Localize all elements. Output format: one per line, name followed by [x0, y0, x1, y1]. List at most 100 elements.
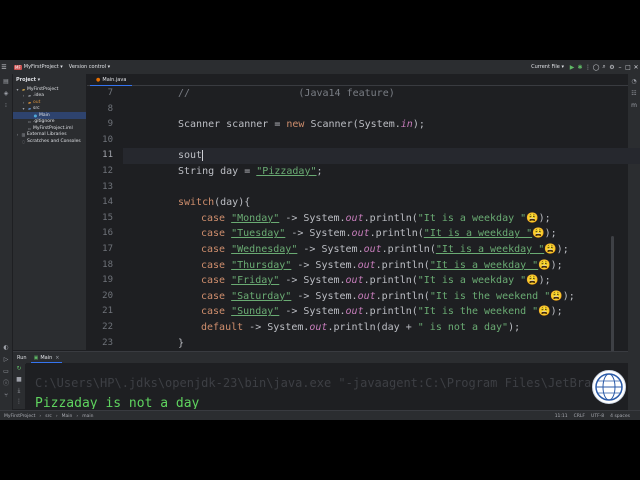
scratches-icon: ◌	[21, 138, 26, 144]
close-icon[interactable]: ✕	[632, 63, 640, 71]
git-tool-icon[interactable]: ⑂	[2, 392, 10, 400]
run-console[interactable]: C:\Users\HP\.jdks\openjdk-23\bin\java.ex…	[26, 363, 628, 409]
run-tab-label: Main	[40, 354, 53, 361]
line-number: 8	[107, 103, 113, 114]
run-icon[interactable]: ▶	[568, 63, 576, 71]
breadcrumb-item[interactable]: main	[82, 414, 93, 419]
string-token: "It is a weekday "	[423, 228, 533, 240]
chevron-down-icon: ▾	[16, 86, 19, 92]
indent-setting[interactable]: 4 spaces	[610, 414, 630, 419]
code-line-close-brace: }	[123, 336, 640, 352]
text-caret	[202, 149, 204, 161]
scroll-to-end-icon[interactable]: ⤓	[15, 387, 23, 395]
code-editor[interactable]: // (Java14 feature) Scanner scanner = ne…	[123, 86, 640, 356]
terminal-tool-icon[interactable]: ▭	[2, 368, 10, 376]
minimize-icon[interactable]: –	[616, 63, 624, 71]
code-token: ;	[316, 166, 323, 177]
user-icon[interactable]: ◯	[592, 63, 600, 71]
typed-text: sout	[178, 150, 203, 162]
maven-icon[interactable]: m	[630, 102, 638, 110]
vcs-label: Version control	[68, 64, 107, 70]
debug-icon[interactable]: ✱	[576, 63, 584, 71]
string-token: "Wednesday"	[231, 244, 298, 255]
string-token: " is not a day"	[417, 322, 509, 333]
project-badge: MF	[14, 64, 22, 70]
keyword-token: switch	[178, 197, 215, 209]
more-icon[interactable]: ⋮	[584, 63, 592, 71]
keyword-token: case	[201, 228, 226, 240]
globe-icon	[595, 373, 623, 401]
stop-icon[interactable]: ■	[15, 376, 23, 384]
string-token: "It is a weekday "	[435, 244, 545, 255]
editor-tab-bar: ● Main.java	[87, 74, 628, 87]
line-number: 7	[107, 88, 113, 98]
run-tool-icon[interactable]: ▷	[2, 356, 10, 364]
chevron-down-icon: ▾	[106, 64, 111, 70]
structure-tool-icon[interactable]: ⁝	[2, 102, 10, 110]
editor-scrollbar[interactable]	[611, 236, 614, 356]
line-number: 13	[102, 181, 113, 192]
tree-item-scratches[interactable]: ◌ Scratches and Consoles	[13, 138, 86, 145]
keyword-token: default	[201, 322, 244, 333]
breadcrumb-item[interactable]: src	[45, 414, 52, 419]
more-icon[interactable]: ⋮	[15, 398, 23, 406]
code-line-case: case "Monday" -> System.out.println("It …	[201, 212, 551, 224]
close-icon[interactable]: ×	[55, 355, 59, 361]
string-token: "Monday"	[231, 212, 280, 224]
line-number: 21	[102, 306, 113, 317]
console-output-line: Pizzaday is not a day	[35, 396, 200, 409]
project-panel: Project ▾ ▾ ▰ MyFirstProject › ▰ .idea ›…	[13, 74, 86, 350]
string-token: "Sunday"	[231, 306, 280, 318]
code-token: String day =	[178, 166, 257, 177]
comment-text: // (Java14 feature)	[178, 88, 395, 99]
services-tool-icon[interactable]: ◐	[2, 344, 10, 352]
folder-icon: ▰	[27, 106, 32, 112]
ide-window: ☰ MF MyFirstProject ▾ Version control ▾ …	[0, 60, 640, 420]
weary-face-icon: 😩	[526, 212, 539, 224]
caret-position[interactable]: 11:11	[555, 414, 568, 419]
string-token: "Saturday"	[231, 290, 292, 302]
java-class-icon: ●	[33, 112, 38, 118]
tree-item-label: External Libraries	[27, 132, 67, 138]
vcs-widget[interactable]: Version control ▾	[69, 64, 110, 70]
code-token: (day){	[214, 197, 251, 209]
project-tool-icon[interactable]: ▤	[2, 78, 10, 86]
line-separator[interactable]: CRLF	[574, 414, 585, 419]
tree-item-label: Main	[39, 112, 50, 118]
settings-icon[interactable]: ⚙	[608, 63, 616, 71]
breadcrumb-item[interactable]: MyFirstProject	[4, 414, 35, 419]
notifications-icon[interactable]: ◔	[630, 78, 638, 86]
line-number: 12	[102, 166, 113, 176]
line-number: 14	[102, 197, 113, 208]
project-panel-title: Project	[16, 77, 37, 83]
search-icon[interactable]: ⌕	[600, 63, 608, 71]
project-switcher[interactable]: MF MyFirstProject ▾	[14, 64, 63, 70]
maximize-icon[interactable]: □	[624, 63, 632, 71]
run-config-selector[interactable]: Current File ▾	[531, 64, 564, 70]
static-field-token: out	[345, 306, 364, 318]
line-number-gutter: 7 8 9 10 11 12 13 14 15 16 17 18 19 20 2…	[87, 86, 123, 350]
static-field-token: out	[345, 212, 364, 224]
folder-icon: ▰	[27, 99, 32, 105]
static-field-token: out	[357, 290, 376, 302]
tree-item-label: out	[33, 99, 41, 105]
code-line-string-decl: String day = "Pizzaday";	[123, 164, 640, 180]
weary-face-icon: 😩	[526, 275, 539, 287]
problems-tool-icon[interactable]: ⓘ	[2, 380, 10, 388]
line-number: 23	[102, 337, 113, 348]
tree-item-label: .idea	[33, 93, 45, 99]
breadcrumb-item[interactable]: Main	[62, 414, 73, 419]
run-tab-main[interactable]: ▣ Main ×	[30, 354, 63, 363]
code-line-comment: // (Java14 feature)	[123, 86, 640, 102]
keyword-token: case	[201, 275, 226, 287]
console-command-line: C:\Users\HP\.jdks\openjdk-23\bin\java.ex…	[35, 376, 613, 390]
string-token: "Tuesday"	[231, 228, 286, 240]
rerun-icon[interactable]: ↻	[15, 365, 23, 373]
run-panel-toolbar: ↻ ■ ⤓ ⋮	[13, 363, 25, 409]
commit-tool-icon[interactable]: ◈	[2, 90, 10, 98]
code-line-case: case "Sunday" -> System.out.println("It …	[201, 306, 563, 318]
file-encoding[interactable]: UTF-8	[591, 414, 604, 419]
main-menu-icon[interactable]: ☰	[0, 63, 8, 71]
code-token: Scanner scanner =	[178, 119, 287, 131]
line-number: 22	[102, 322, 113, 332]
